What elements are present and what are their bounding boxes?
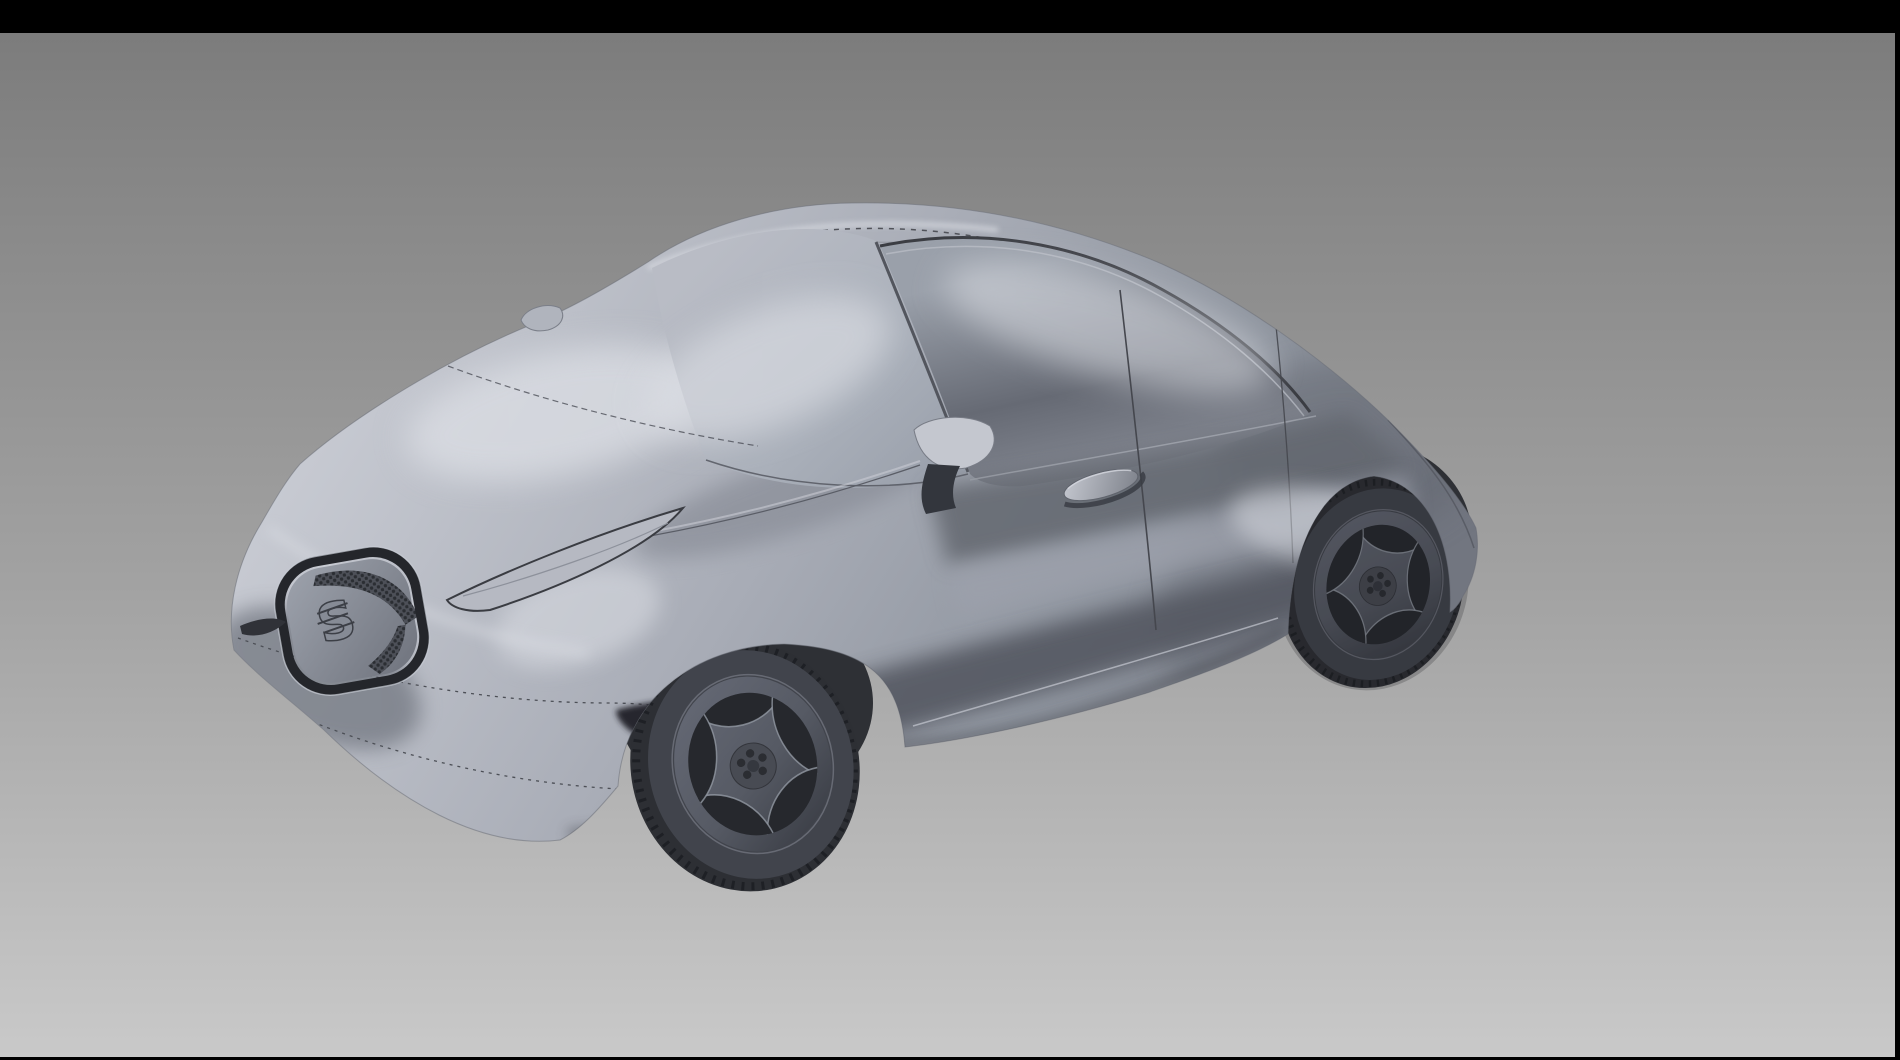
- screen: S: [0, 0, 1900, 1060]
- letterbox-right-bar: [1895, 0, 1900, 1060]
- viewport-3d[interactable]: S: [0, 33, 1895, 1057]
- car-3d-render: S: [228, 198, 1478, 898]
- letterbox-top-bar: [0, 0, 1900, 33]
